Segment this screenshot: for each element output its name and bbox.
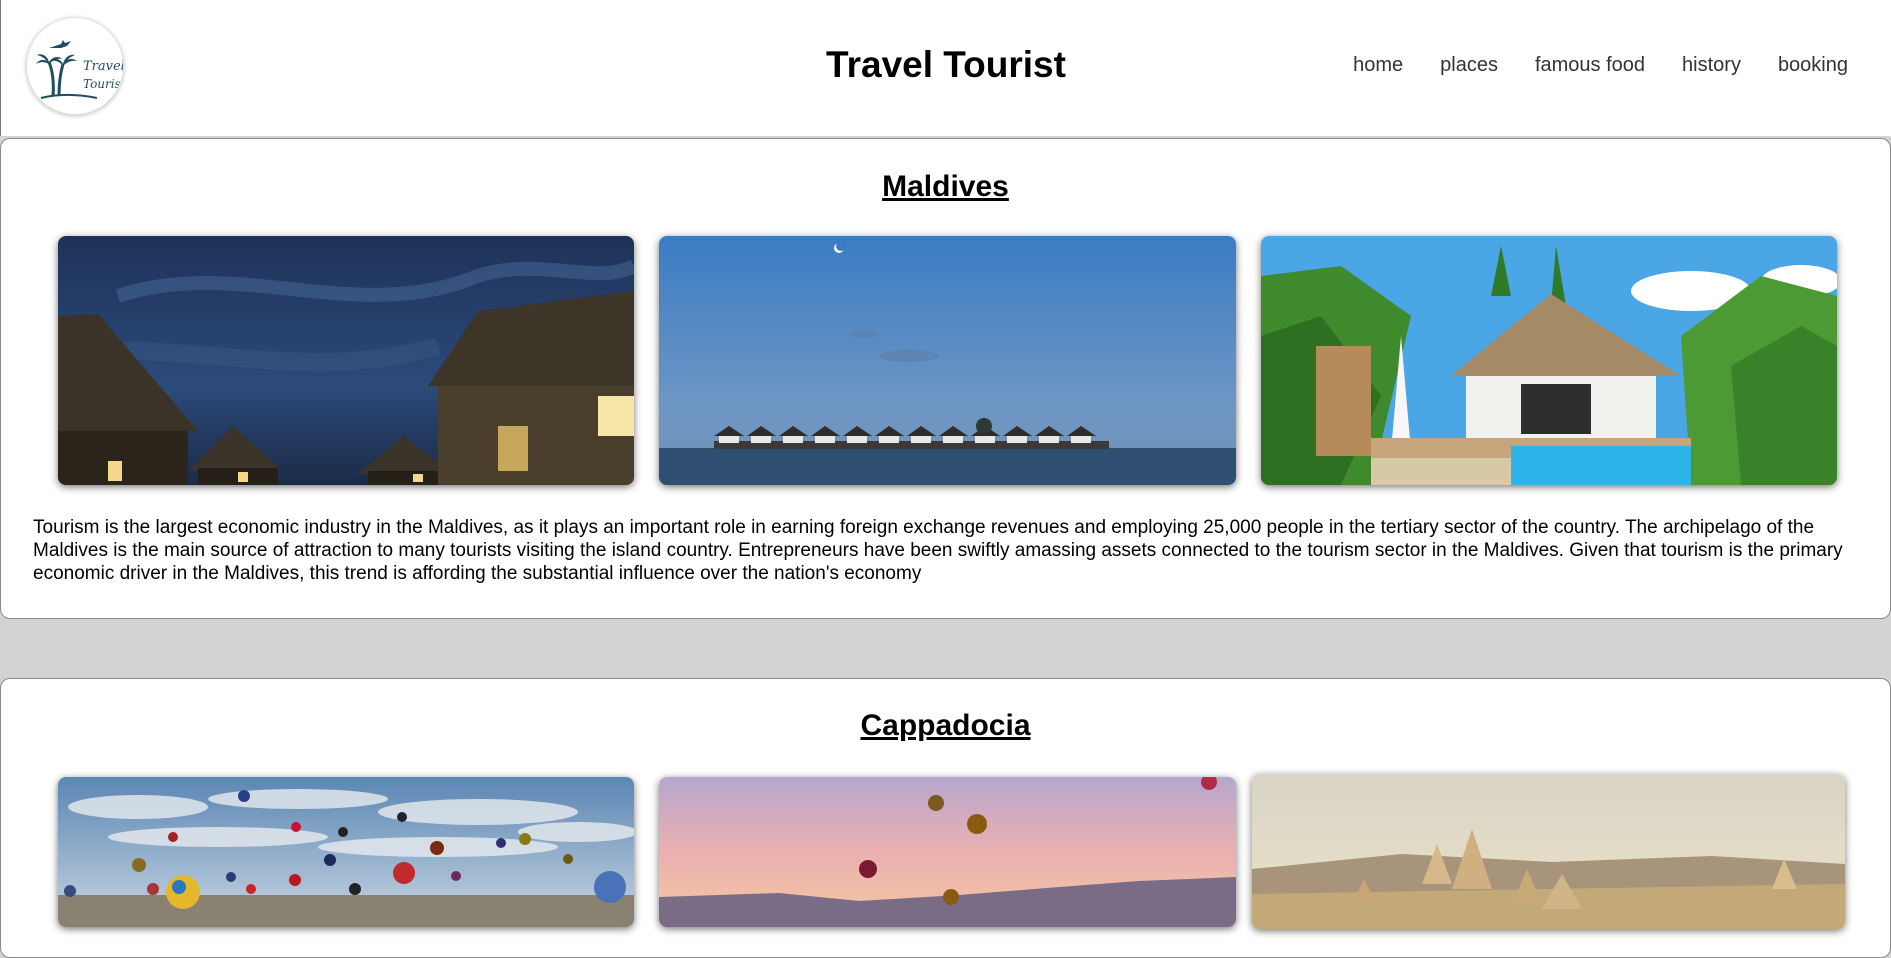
nav-home-link[interactable]: home [1353, 53, 1403, 77]
nav-famous-food-link[interactable]: famous food [1535, 53, 1645, 77]
nav-booking-link[interactable]: booking [1778, 53, 1848, 77]
maldives-section: Maldives Tourism is the largest economic… [0, 138, 1891, 619]
section-title-cappadocia: Cappadocia [860, 709, 1031, 742]
site-header: Travel Tourist Travel Tourist home place… [0, 0, 1891, 136]
maldives-photo-pool-villa[interactable] [1261, 236, 1837, 485]
main-nav: home places famous food history booking [1353, 53, 1848, 77]
maldives-photo-water-villas[interactable] [659, 236, 1236, 485]
maldives-description: Tourism is the largest economic industry… [33, 517, 1843, 584]
nav-places-link[interactable]: places [1440, 53, 1498, 77]
maldives-photo-night-huts[interactable] [58, 236, 634, 485]
cappadocia-photo-fairy-chimneys[interactable] [1252, 774, 1845, 929]
section-title-maldives: Maldives [882, 170, 1009, 203]
cappadocia-section: Cappadocia [0, 678, 1891, 958]
nav-history-link[interactable]: history [1682, 53, 1741, 77]
cappadocia-photo-balloons-clouds[interactable] [58, 777, 634, 927]
cappadocia-photo-sunset-balloons[interactable] [659, 777, 1236, 927]
